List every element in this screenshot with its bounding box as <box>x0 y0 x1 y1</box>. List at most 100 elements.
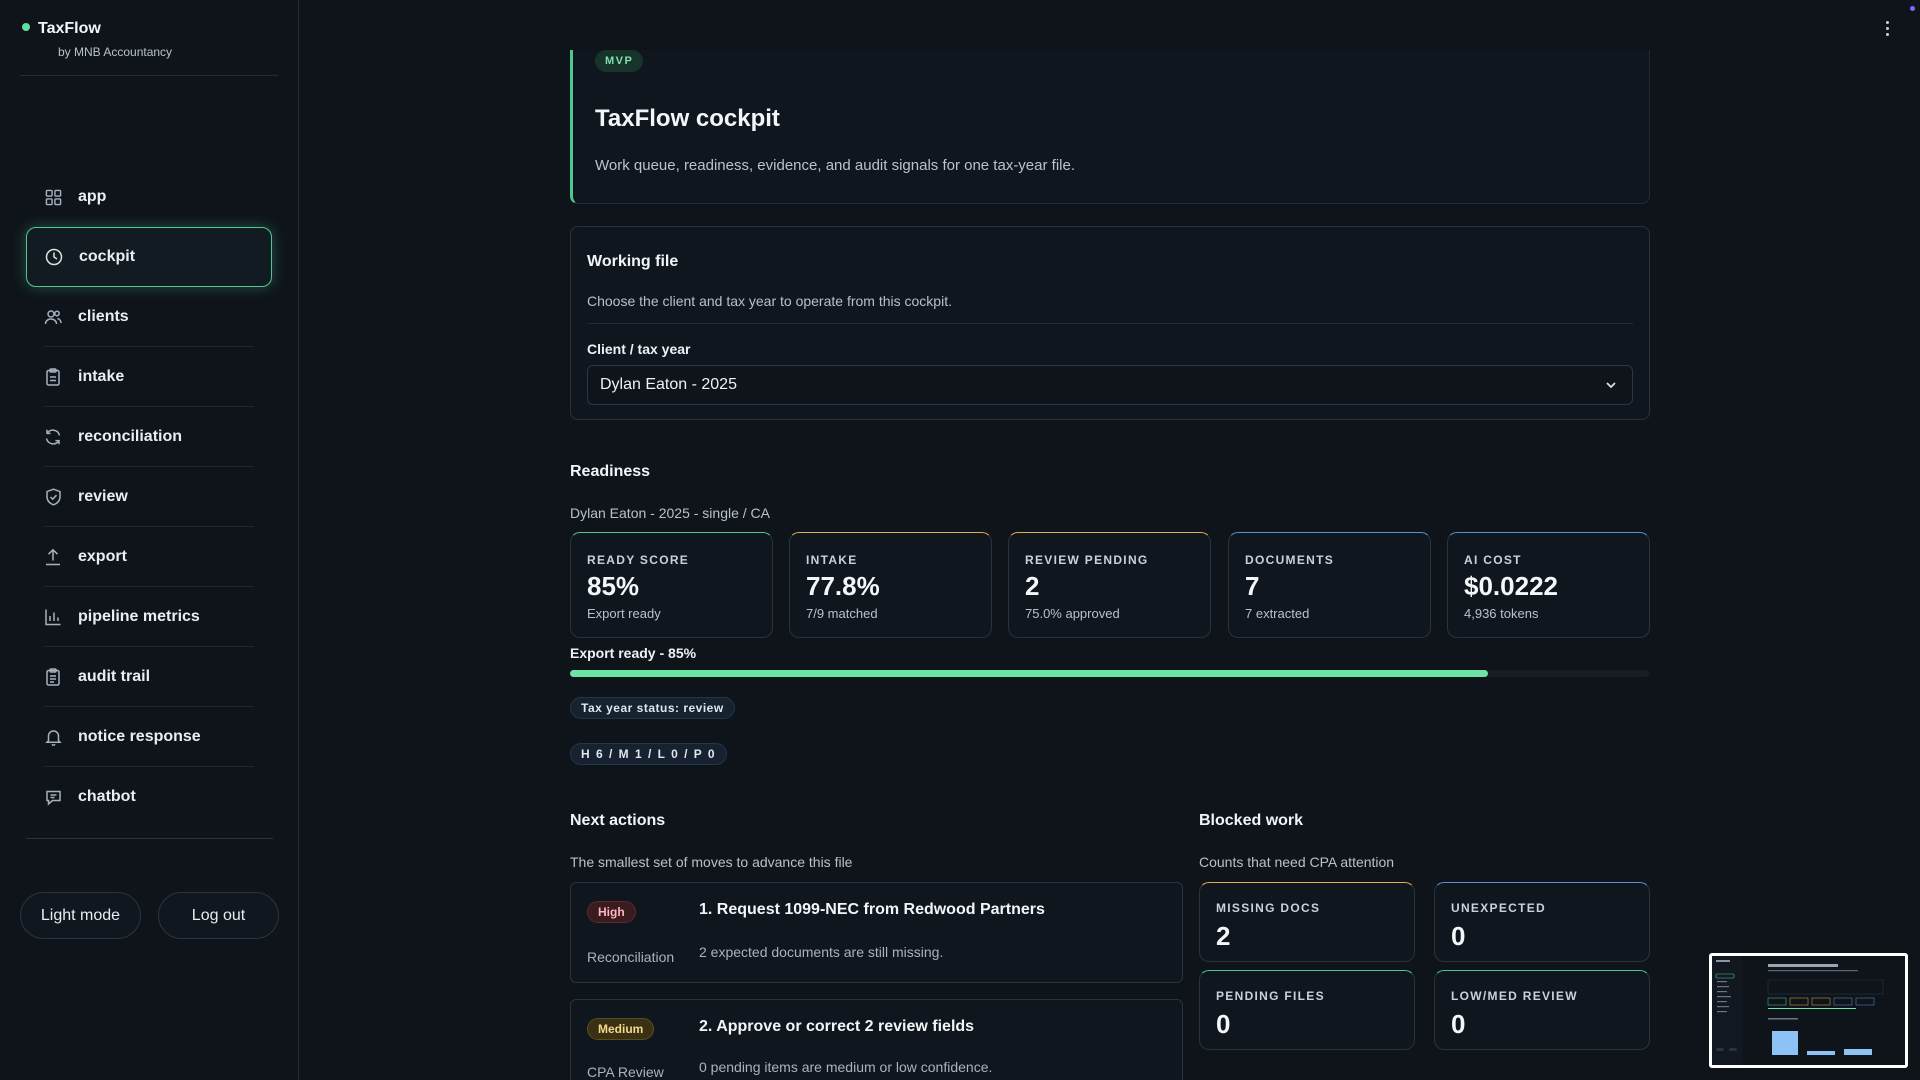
action-title: 2. Approve or correct 2 review fields <box>699 1018 975 1035</box>
more-menu-icon[interactable] <box>1880 18 1894 42</box>
stat-label: REVIEW PENDING <box>1025 553 1149 567</box>
stat-note: 4,936 tokens <box>1464 606 1539 621</box>
shield-icon <box>44 488 62 506</box>
light-mode-button[interactable]: Light mode <box>20 892 141 939</box>
status-dot-icon <box>1910 6 1915 11</box>
stat-value: 7 <box>1245 571 1260 601</box>
stat-note: 7/9 matched <box>806 606 878 621</box>
blocked-pending-files: PENDING FILES 0 <box>1199 970 1415 1050</box>
stat-label: INTAKE <box>806 553 858 567</box>
stat-note: Export ready <box>587 606 661 621</box>
clipboard-icon <box>44 368 62 386</box>
blocked-unexpected: UNEXPECTED 0 <box>1434 882 1650 962</box>
sidebar-item-label: notice response <box>78 728 201 745</box>
working-file-card: Working file Choose the client and tax y… <box>570 226 1650 420</box>
action-category: CPA Review <box>587 1064 664 1080</box>
confidence-counts-chip: H 6 / M 1 / L 0 / P 0 <box>570 743 728 765</box>
stat-value: $0.0222 <box>1464 571 1558 601</box>
next-actions-subtitle: The smallest set of moves to advance thi… <box>570 854 853 870</box>
page-minimap[interactable] <box>1709 953 1908 1068</box>
mvp-badge: MVP <box>595 50 644 72</box>
export-progress-bar <box>570 670 1650 677</box>
users-icon <box>44 308 62 326</box>
refresh-icon <box>44 428 62 446</box>
sidebar-item-reconciliation[interactable]: reconciliation <box>26 407 272 467</box>
sidebar-item-notice-response[interactable]: notice response <box>26 707 272 767</box>
sidebar-item-chatbot[interactable]: chatbot <box>26 767 272 827</box>
grid-icon <box>44 188 62 206</box>
readiness-subtitle: Dylan Eaton - 2025 - single / CA <box>570 505 770 521</box>
sidebar-item-label: review <box>78 488 128 505</box>
stat-label: DOCUMENTS <box>1245 553 1335 567</box>
blocked-value: 0 <box>1451 921 1466 951</box>
blocked-value: 2 <box>1216 921 1231 951</box>
sidebar-item-label: reconciliation <box>78 428 183 445</box>
sidebar-nav: app cockpit clients intake reconciliatio… <box>26 167 272 827</box>
stat-note: 7 extracted <box>1245 606 1310 621</box>
action-title: 1. Request 1099-NEC from Redwood Partner… <box>699 901 1045 918</box>
sidebar-item-audit-trail[interactable]: audit trail <box>26 647 272 707</box>
sidebar-item-label: pipeline metrics <box>78 608 200 625</box>
priority-badge: Medium <box>587 1018 655 1040</box>
blocked-work-subtitle: Counts that need CPA attention <box>1199 854 1395 870</box>
sidebar-item-review[interactable]: review <box>26 467 272 527</box>
sidebar-item-label: clients <box>78 308 129 325</box>
blocked-label: UNEXPECTED <box>1451 901 1547 915</box>
select-value: Dylan Eaton - 2025 <box>600 376 737 393</box>
working-file-subtitle: Choose the client and tax year to operat… <box>587 293 952 309</box>
export-progress-fill <box>570 670 1488 677</box>
bar-chart-icon <box>44 608 62 626</box>
action-card[interactable]: Medium CPA Review 2. Approve or correct … <box>570 999 1183 1080</box>
blocked-value: 0 <box>1216 1009 1231 1039</box>
upload-icon <box>44 548 62 566</box>
blocked-work-title: Blocked work <box>1199 812 1304 829</box>
blocked-missing-docs: MISSING DOCS 2 <box>1199 882 1415 962</box>
sidebar-item-label: audit trail <box>78 668 151 685</box>
readiness-title: Readiness <box>570 463 651 480</box>
stat-intake: INTAKE 77.8% 7/9 matched <box>789 532 992 638</box>
blocked-label: MISSING DOCS <box>1216 901 1321 915</box>
logout-button[interactable]: Log out <box>158 892 279 939</box>
stat-ai-cost: AI COST $0.0222 4,936 tokens <box>1447 532 1650 638</box>
blocked-label: LOW/MED REVIEW <box>1451 989 1578 1003</box>
page-subtitle: Work queue, readiness, evidence, and aud… <box>595 157 1075 174</box>
sidebar-item-pipeline-metrics[interactable]: pipeline metrics <box>26 587 272 647</box>
blocked-low-med-review: LOW/MED REVIEW 0 <box>1434 970 1650 1050</box>
stat-label: READY SCORE <box>587 553 690 567</box>
brand-dot-icon <box>22 23 30 31</box>
sidebar: TaxFlow by MNB Accountancy app cockpit c… <box>0 0 299 1080</box>
brand-name: TaxFlow <box>38 20 101 37</box>
tax-year-status-chip: Tax year status: review <box>570 697 735 719</box>
working-file-title: Working file <box>587 253 679 270</box>
stat-documents: DOCUMENTS 7 7 extracted <box>1228 532 1431 638</box>
chevron-down-icon <box>1604 378 1618 392</box>
action-card[interactable]: High Reconciliation 1. Request 1099-NEC … <box>570 882 1183 983</box>
export-progress-label: Export ready - 85% <box>570 645 697 661</box>
stat-note: 75.0% approved <box>1025 606 1120 621</box>
blocked-label: PENDING FILES <box>1216 989 1325 1003</box>
bell-icon <box>44 728 62 746</box>
chat-icon <box>44 788 62 806</box>
blocked-value: 0 <box>1451 1009 1466 1039</box>
action-description: 2 expected documents are still missing. <box>699 944 944 960</box>
sidebar-item-intake[interactable]: intake <box>26 347 272 407</box>
stat-ready-score: READY SCORE 85% Export ready <box>570 532 773 638</box>
sidebar-item-label: cockpit <box>79 248 136 265</box>
divider <box>20 75 278 76</box>
client-select-label: Client / tax year <box>587 341 691 357</box>
divider <box>26 838 273 839</box>
sidebar-item-label: chatbot <box>78 788 136 805</box>
action-category: Reconciliation <box>587 949 675 965</box>
sidebar-item-export[interactable]: export <box>26 527 272 587</box>
priority-badge: High <box>587 901 636 923</box>
clipboard-list-icon <box>44 668 62 686</box>
stat-label: AI COST <box>1464 553 1522 567</box>
sidebar-item-label: intake <box>78 368 125 385</box>
brand-subtitle: by MNB Accountancy <box>58 45 173 59</box>
next-actions-title: Next actions <box>570 812 666 829</box>
sidebar-item-clients[interactable]: clients <box>26 287 272 347</box>
hero-card: MVP TaxFlow cockpit Work queue, readines… <box>570 50 1650 204</box>
sidebar-item-cockpit[interactable]: cockpit <box>26 227 272 287</box>
client-tax-year-select[interactable]: Dylan Eaton - 2025 <box>587 365 1633 405</box>
sidebar-item-app[interactable]: app <box>26 167 272 227</box>
